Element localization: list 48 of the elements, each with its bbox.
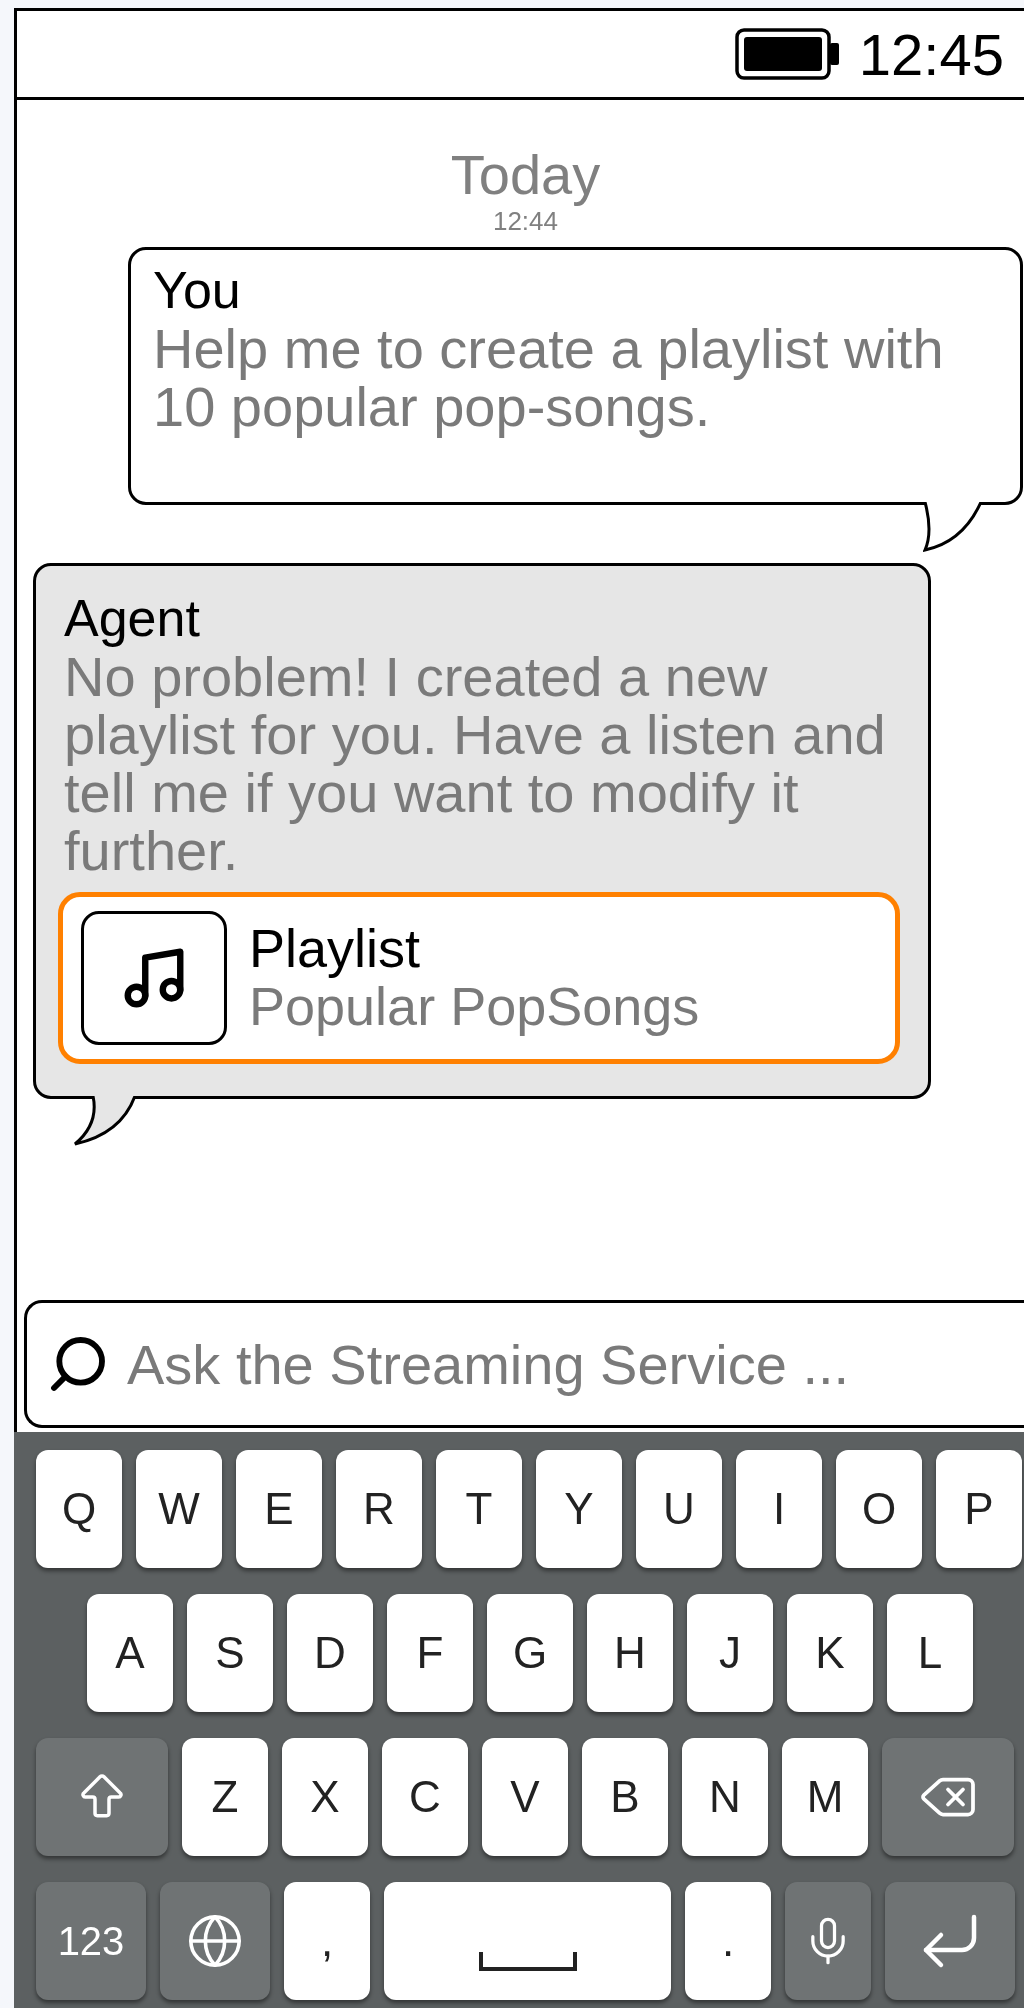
- letter-key[interactable]: O: [836, 1450, 922, 1568]
- letter-key[interactable]: K: [787, 1594, 873, 1712]
- letter-key[interactable]: X: [282, 1738, 368, 1856]
- message-text: No problem! I created a new playlist for you. Have a listen and tell me if you want to modify it further.: [64, 648, 887, 880]
- letter-key[interactable]: G: [487, 1594, 573, 1712]
- letter-key[interactable]: U: [636, 1450, 722, 1568]
- search-field[interactable]: Ask the Streaming Service ...: [24, 1300, 1024, 1428]
- letter-key[interactable]: F: [387, 1594, 473, 1712]
- letter-key[interactable]: B: [582, 1738, 668, 1856]
- letter-key[interactable]: Q: [36, 1450, 122, 1568]
- microphone-key[interactable]: [785, 1882, 871, 2000]
- timestamp: 12:44: [491, 206, 560, 237]
- music-note-icon: [81, 911, 227, 1045]
- backspace-key[interactable]: [882, 1738, 1014, 1856]
- letter-key[interactable]: J: [687, 1594, 773, 1712]
- punctuation-key[interactable]: ,: [284, 1882, 370, 2000]
- return-key[interactable]: [885, 1882, 1015, 2000]
- globe-icon: [186, 1912, 244, 1970]
- letter-key[interactable]: Z: [182, 1738, 268, 1856]
- letter-key[interactable]: M: [782, 1738, 868, 1856]
- letter-key[interactable]: T: [436, 1450, 522, 1568]
- letter-key[interactable]: V: [482, 1738, 568, 1856]
- battery-icon: [734, 28, 841, 80]
- letter-key[interactable]: A: [87, 1594, 173, 1712]
- letter-key[interactable]: I: [736, 1450, 822, 1568]
- playlist-card[interactable]: Playlist Popular PopSongs: [58, 892, 900, 1064]
- date-heading: Today: [449, 144, 602, 206]
- space-symbol-icon: [477, 1950, 578, 1972]
- sender-name: Agent: [64, 588, 201, 648]
- letter-key[interactable]: R: [336, 1450, 422, 1568]
- letter-key[interactable]: D: [287, 1594, 373, 1712]
- letter-key[interactable]: W: [136, 1450, 222, 1568]
- letter-key[interactable]: P: [936, 1450, 1022, 1568]
- letter-key[interactable]: Y: [536, 1450, 622, 1568]
- letter-key[interactable]: C: [382, 1738, 468, 1856]
- clock-time: 12:45: [858, 20, 1004, 88]
- letter-key[interactable]: N: [682, 1738, 768, 1856]
- letter-key[interactable]: S: [187, 1594, 273, 1712]
- punctuation-key[interactable]: .: [685, 1882, 771, 2000]
- letter-key[interactable]: H: [587, 1594, 673, 1712]
- numbers-key[interactable]: 123: [36, 1882, 146, 2000]
- letter-key[interactable]: E: [236, 1450, 322, 1568]
- shift-key[interactable]: [36, 1738, 168, 1856]
- letter-key[interactable]: L: [887, 1594, 973, 1712]
- globe-key[interactable]: [160, 1882, 270, 2000]
- card-title: Playlist: [249, 920, 422, 976]
- sender-name: You: [153, 260, 242, 320]
- message-text: Help me to create a playlist with 10 popular pop-songs.: [153, 320, 945, 436]
